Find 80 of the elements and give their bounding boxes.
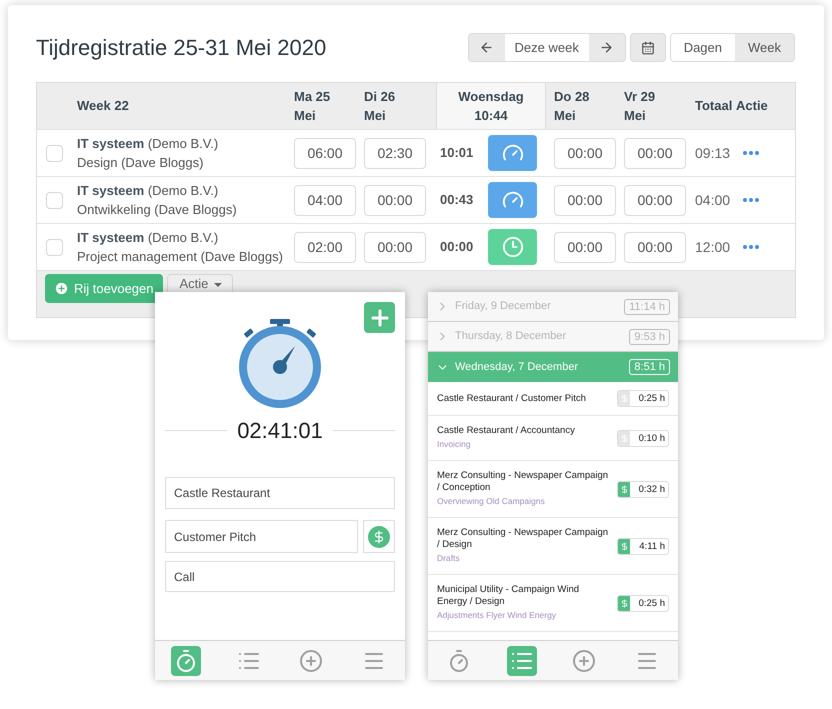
client-field[interactable]: Castle Restaurant bbox=[165, 477, 395, 509]
column-header: Actie bbox=[736, 97, 768, 116]
hours-field[interactable]: 00:00 bbox=[364, 184, 426, 216]
project-name: IT systeem (Demo B.V.) bbox=[77, 135, 220, 153]
next-week-button[interactable] bbox=[588, 34, 625, 61]
project-name: IT systeem (Demo B.V.) bbox=[77, 182, 220, 200]
previous-week-button[interactable] bbox=[468, 34, 505, 61]
column-header: Ma 25 Mei bbox=[293, 88, 332, 125]
row-checkbox[interactable] bbox=[46, 238, 62, 256]
row-total: 04:00 bbox=[694, 190, 732, 210]
add-button[interactable] bbox=[364, 302, 395, 333]
more-dots-icon bbox=[743, 151, 759, 155]
list-tab[interactable] bbox=[506, 646, 537, 676]
hours-field[interactable]: 02:00 bbox=[294, 232, 356, 262]
day-hours: 8:51 h bbox=[629, 359, 670, 375]
column-header: Vr 29 Mei bbox=[623, 88, 656, 125]
duration-badge: 0:25 h bbox=[617, 594, 669, 612]
task-name: Project management (Dave Bloggs) bbox=[77, 248, 284, 266]
entry-title: Merz Consulting - Newspaper Campaign / Design bbox=[437, 527, 609, 551]
duration-badge: 0:10 h bbox=[617, 430, 669, 446]
day-hours: 9:53 h bbox=[629, 328, 670, 344]
column-header: Do 28 Mei bbox=[553, 88, 590, 125]
entry-title: Castle Restaurant / Customer Pitch bbox=[437, 392, 587, 404]
plus-circle-icon bbox=[54, 281, 69, 296]
hours-field[interactable]: 00:00 bbox=[364, 232, 426, 262]
today-time: 10:01 bbox=[440, 144, 474, 162]
billable-toggle[interactable] bbox=[363, 520, 395, 553]
hours-field[interactable]: 00:00 bbox=[554, 184, 616, 216]
hours-field[interactable]: 02:30 bbox=[364, 138, 426, 168]
arrow-right-icon bbox=[599, 40, 614, 55]
column-header: Totaal bbox=[695, 97, 732, 116]
calendar-button[interactable] bbox=[630, 33, 666, 62]
page-title: Tijdregistratie 25-31 Mei 2020 bbox=[36, 34, 326, 62]
note-field[interactable]: Call bbox=[165, 561, 395, 592]
elapsed-time: 02:41:01 bbox=[236, 417, 324, 445]
calendar-icon bbox=[640, 40, 655, 54]
today-time: 00:00 bbox=[440, 238, 474, 256]
dollar-icon bbox=[372, 530, 386, 544]
timer-tab[interactable] bbox=[171, 646, 202, 676]
entry-subtitle: Drafts bbox=[437, 552, 461, 565]
plus-circle-icon bbox=[572, 648, 596, 672]
entry-title: Castle Restaurant / Accountancy bbox=[437, 425, 576, 437]
row-checkbox[interactable] bbox=[46, 192, 62, 208]
column-header: Week 22 bbox=[77, 97, 129, 116]
entry-title: Municipal Utility - Campaign Wind Energy / Design bbox=[437, 584, 580, 608]
clock-icon bbox=[502, 236, 524, 258]
entry-subtitle: Overviewing Old Campaigns bbox=[437, 495, 546, 508]
row-total: 09:13 bbox=[694, 144, 732, 162]
row-checkbox[interactable] bbox=[46, 144, 62, 162]
day-hours: 11:14 h bbox=[624, 298, 670, 314]
more-dots-icon bbox=[743, 198, 759, 202]
hours-field[interactable]: 06:00 bbox=[294, 138, 356, 168]
duration-badge: 0:25 h bbox=[617, 390, 669, 407]
timer-button[interactable] bbox=[488, 229, 537, 265]
view-tab[interactable]: Week bbox=[735, 34, 794, 61]
task-name: Ontwikkeling (Dave Bloggs) bbox=[77, 201, 238, 219]
entry-title: Merz Consulting - Newspaper Campaign / Conception bbox=[437, 470, 609, 494]
duration-badge: 0:32 h bbox=[617, 480, 669, 498]
project-name: IT systeem (Demo B.V.) bbox=[77, 229, 220, 247]
task-name: Design (Dave Bloggs) bbox=[77, 154, 204, 172]
column-header: Di 26 Mei bbox=[363, 88, 396, 125]
entry-subtitle: Invoicing bbox=[437, 438, 472, 451]
hours-field[interactable]: 04:00 bbox=[294, 184, 356, 216]
hours-field[interactable]: 00:00 bbox=[624, 138, 686, 168]
plus-circle-icon bbox=[299, 648, 324, 672]
timer-button[interactable] bbox=[488, 135, 537, 171]
more-dots-icon bbox=[743, 245, 759, 249]
timer-button[interactable] bbox=[488, 182, 537, 218]
hours-field[interactable]: 00:00 bbox=[554, 232, 616, 262]
entry-subtitle: Adjustments Flyer Wind Energy bbox=[437, 609, 558, 622]
hours-field[interactable]: 00:00 bbox=[624, 232, 686, 262]
duration-badge: 4:11 h bbox=[617, 538, 669, 554]
hours-field[interactable]: 00:00 bbox=[624, 184, 686, 216]
task-field[interactable]: Customer Pitch bbox=[165, 520, 358, 553]
row-total: 12:00 bbox=[694, 238, 732, 256]
action-dropdown[interactable]: Actie bbox=[166, 274, 234, 292]
hours-field[interactable]: 00:00 bbox=[554, 138, 616, 168]
column-header: Woensdag 10:44 bbox=[436, 83, 546, 129]
caret-icon bbox=[214, 283, 222, 287]
today-time: 00:43 bbox=[440, 191, 474, 210]
